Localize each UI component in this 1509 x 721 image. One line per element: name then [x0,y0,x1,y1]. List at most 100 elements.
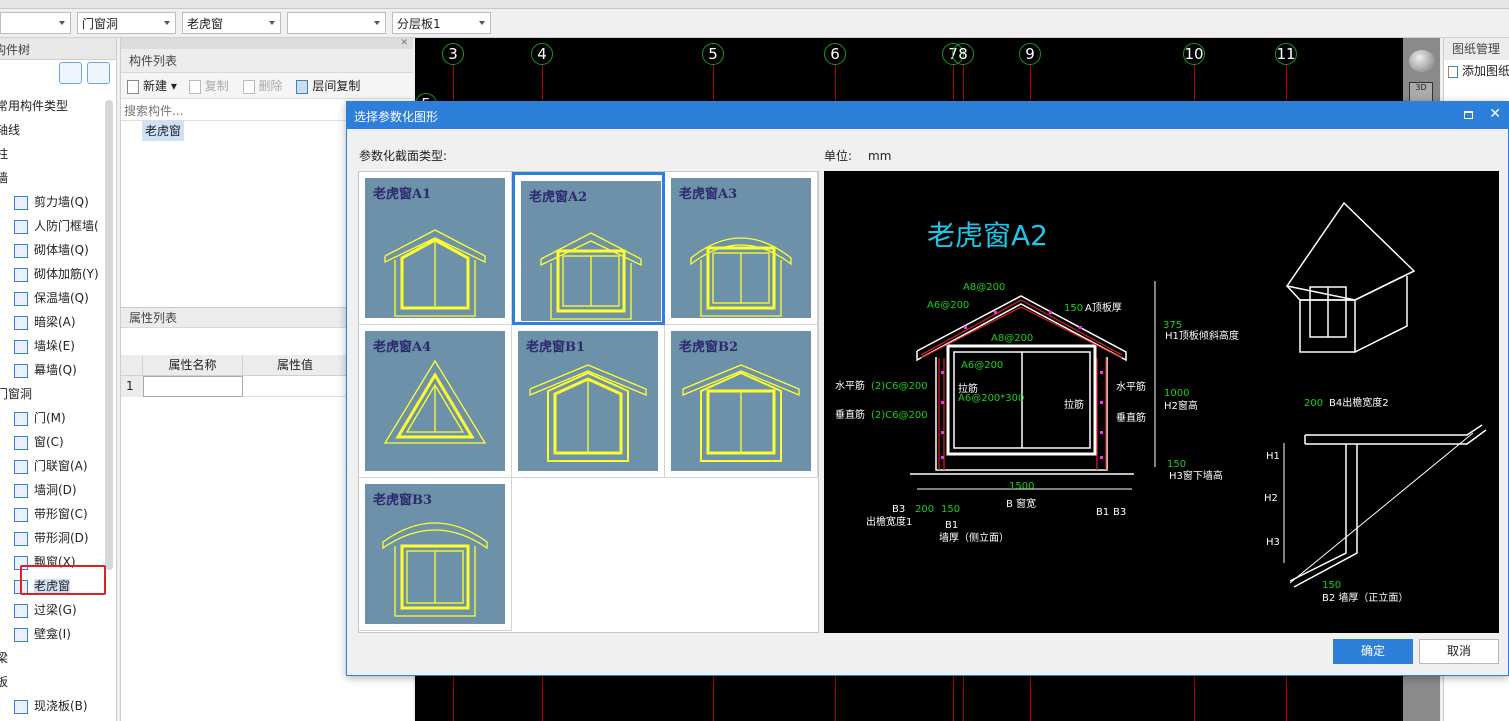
tree-item-label: 门联窗(A) [34,459,88,473]
svg-text:200: 200 [1304,398,1323,409]
tree-item-label: 砌体墙(Q) [34,243,89,257]
shape-label: 老虎窗B1 [526,340,586,355]
svg-text:H3窗下墙高: H3窗下墙高 [1169,469,1223,482]
component-dropdown[interactable] [287,12,386,34]
tree-item[interactable]: 砌体墙(Q) [14,239,89,261]
tree-item[interactable]: 门(M) [14,407,66,429]
component-type-icon [14,627,28,642]
tree-item[interactable]: 墙洞(D) [14,479,77,501]
svg-text:A8@200: A8@200 [963,282,1005,293]
add-drawing-button[interactable]: 添加图纸 [1444,60,1509,82]
close-icon[interactable]: ✕ [1489,106,1501,122]
svg-text:H2: H2 [1264,493,1278,504]
tree-item[interactable]: 常用构件类型 [0,95,68,117]
tree-item-label: 现浇板(B) [34,699,88,713]
tree-item[interactable]: 带形洞(D) [14,527,89,549]
component-list-item[interactable]: 老虎窗 [142,121,185,141]
svg-text:水平筋: 水平筋 [1116,380,1146,393]
chevron-down-icon [164,21,170,25]
tree-item[interactable]: 门窗洞 [0,383,32,405]
svg-text:拉筋: 拉筋 [1064,398,1084,411]
svg-text:A6@200*300: A6@200*300 [958,393,1024,404]
chevron-down-icon [269,21,275,25]
copy-icon [188,79,201,94]
row-index: 1 [121,376,143,397]
unit-display: 单位: mm [824,147,891,164]
detail-view-button[interactable] [87,62,110,84]
tree-item[interactable]: 墙 [0,167,8,189]
svg-text:375: 375 [1163,320,1182,331]
shape-option[interactable]: 老虎窗A2 [512,172,665,325]
tree-item[interactable]: 带形窗(C) [14,503,88,525]
panel-header: 构件树 [0,38,116,60]
axis-bubble: 9 [1019,43,1041,65]
close-icon[interactable]: ✕ [121,38,413,49]
shape-option[interactable]: 老虎窗B3 [359,478,512,631]
tree-item[interactable]: 窗(C) [14,431,64,453]
tree-item[interactable]: 幕墙(Q) [14,359,77,381]
axis-bubble: 10 [1183,43,1205,65]
tree-item-label: 带形洞(D) [34,531,89,545]
select-parametric-shape-dialog: 选择参数化图形 ✕ 参数化截面类型: 单位: mm 老虎窗A1 老虎窗A2 老虎窗A3… [346,101,1509,676]
tree-item-label: 墙 [0,171,9,185]
tree-item-label: 墙垛(E) [34,339,75,353]
shape-option[interactable]: 老虎窗B1 [512,325,665,478]
selector-toolbar: 门窗洞 老虎窗 分层板1 [0,9,1509,38]
shape-label: 老虎窗A2 [529,190,588,205]
type-dropdown[interactable]: 老虎窗 [182,12,281,34]
list-view-button[interactable] [59,62,82,84]
delete-button[interactable]: 删除 [242,79,283,94]
table-row[interactable]: 1 [121,376,347,397]
tree-item[interactable]: 壁龛(I) [14,623,71,645]
tree-item[interactable]: 门联窗(A) [14,455,88,477]
component-type-icon [14,411,28,426]
delete-label: 删除 [258,79,283,93]
tree-item[interactable]: 现浇板(B) [14,695,88,717]
shape-grid: 老虎窗A1 老虎窗A2 老虎窗A3 老虎窗A4 老虎窗B1 老虎窗B2 老虎窗B3 [358,171,819,633]
svg-text:150: 150 [1064,303,1083,314]
tree-item[interactable]: 墙垛(E) [14,335,75,357]
svg-text:1500: 1500 [1009,481,1034,492]
svg-text:A6@200: A6@200 [927,300,969,311]
orbit-icon[interactable] [1409,50,1435,72]
component-type-icon [14,699,28,714]
maximize-icon[interactable] [1464,111,1473,119]
tree-item[interactable]: 梁 [0,647,8,669]
copy-button[interactable]: 复制 [188,79,229,94]
svg-text:垂直筋: 垂直筋 [1116,411,1146,424]
layer-dropdown[interactable]: 分层板1 [392,12,491,34]
component-type-icon [14,603,28,618]
component-type-icon [14,195,28,210]
tree-item[interactable]: 柱 [0,143,8,165]
new-button[interactable]: 新建 ▾ [127,79,177,94]
floor-copy-button[interactable]: 层间复制 [296,79,360,94]
tree-item[interactable]: 暗梁(A) [14,311,76,333]
axis-bubble: 3 [442,43,464,65]
tree-item[interactable]: 轴线 [0,119,20,141]
property-name-cell[interactable] [143,376,243,397]
ok-button[interactable]: 确定 [1333,639,1413,664]
tree-item[interactable]: 保温墙(Q) [14,287,89,309]
shape-label: 老虎窗A1 [373,187,432,202]
panel-title: 构件列表 [129,54,178,68]
category-dropdown[interactable]: 门窗洞 [77,12,176,34]
tree-scrollbar[interactable] [105,100,113,570]
shape-option[interactable]: 老虎窗B2 [665,325,818,478]
shape-option[interactable]: 老虎窗A1 [359,172,512,325]
delete-icon [242,79,255,94]
tree-item[interactable]: 板 [0,671,8,693]
svg-text:水平筋: 水平筋 [835,379,865,392]
tree-item[interactable]: 剪力墙(Q) [14,191,89,213]
shape-label: 老虎窗A4 [373,340,432,355]
tree-item[interactable]: 过梁(G) [14,599,77,621]
panel-header: 构件列表 [121,49,413,73]
3d-view-icon[interactable]: 3D [1409,82,1433,102]
tree-item[interactable]: 砌体加筋(Y) [14,263,99,285]
component-type-icon [14,291,28,306]
floor-dropdown[interactable] [0,12,71,34]
shape-option[interactable]: 老虎窗A3 [665,172,818,325]
cancel-button[interactable]: 取消 [1419,639,1499,664]
component-toolbar: 新建 ▾ 复制 删除 层间复制 [121,73,413,99]
tree-item[interactable]: 人防门框墙( [14,215,99,237]
shape-option[interactable]: 老虎窗A4 [359,325,512,478]
